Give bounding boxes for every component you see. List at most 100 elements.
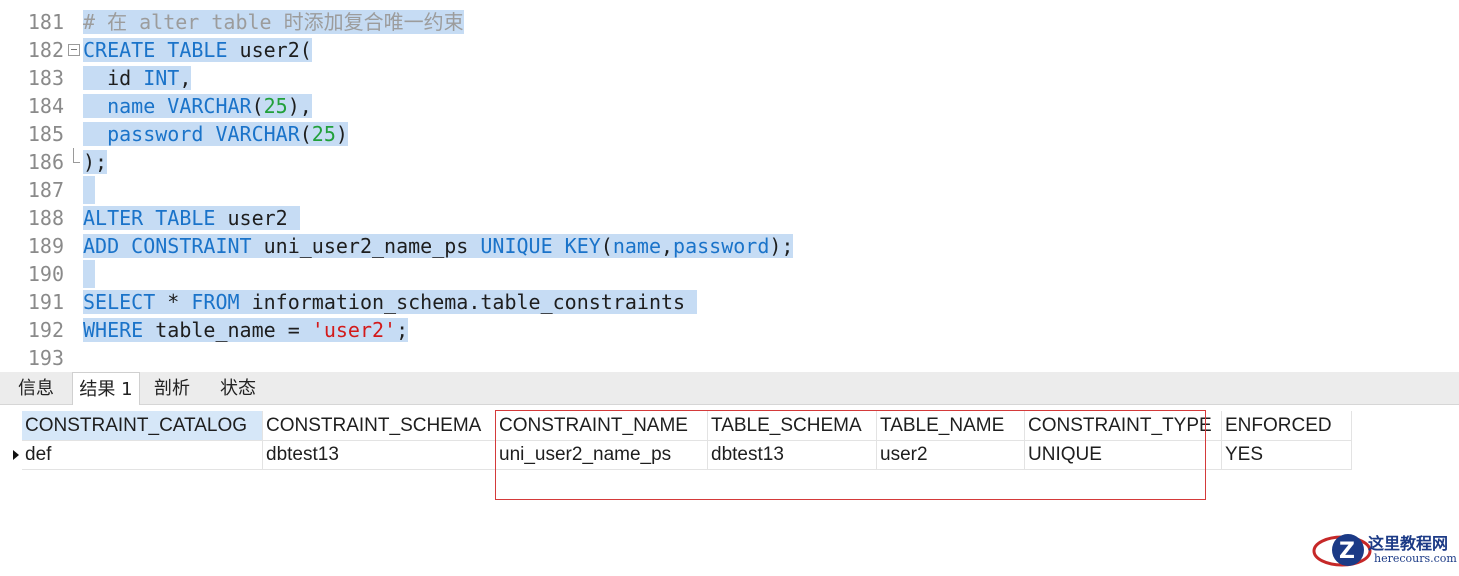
svg-text:Z: Z <box>1339 539 1355 564</box>
current-row-icon <box>13 450 19 460</box>
line-number: 193 <box>27 346 64 370</box>
code-token: id <box>83 66 144 90</box>
line-number: 184 <box>27 94 64 118</box>
code-token: UNIQUE KEY <box>480 234 601 258</box>
code-token: FROM <box>191 290 240 314</box>
code-text <box>83 260 95 288</box>
table-cell[interactable]: user2 <box>877 440 1025 470</box>
code-token: password <box>83 122 216 146</box>
table-cell[interactable]: dbtest13 <box>263 440 496 470</box>
line-number: 192 <box>27 318 64 342</box>
table-cell[interactable]: def <box>22 440 263 470</box>
watermark-logo: Z 这里教程网 herecours.com <box>1312 528 1459 572</box>
editor-line[interactable]: 190 <box>0 260 1459 288</box>
code-text: SELECT * FROM information_schema.table_c… <box>83 288 698 316</box>
code-token: ( <box>251 94 264 118</box>
watermark-title: 这里教程网 <box>1368 534 1449 553</box>
code-token: # 在 alter table 时添加复合唯一约束 <box>83 10 464 34</box>
code-text: CREATE TABLE user2( <box>83 36 312 64</box>
watermark-url: herecours.com <box>1374 552 1457 565</box>
column-header[interactable]: CONSTRAINT_TYPE <box>1025 411 1222 441</box>
line-number: 182 <box>27 38 64 62</box>
code-text: WHERE table_name = 'user2'; <box>83 316 409 344</box>
code-token: table_name = <box>143 318 312 342</box>
code-token: ), <box>287 94 312 118</box>
column-header[interactable]: CONSTRAINT_NAME <box>496 411 708 441</box>
code-token: password <box>673 234 770 258</box>
editor-line[interactable]: 184 name VARCHAR(25), <box>0 92 1459 120</box>
line-number: 190 <box>27 262 64 286</box>
code-token: CREATE TABLE <box>83 38 228 62</box>
code-token: information_schema.table_constraints <box>239 290 698 314</box>
line-number: 191 <box>27 290 64 314</box>
code-token: , <box>661 234 674 258</box>
code-token: user2( <box>227 38 312 62</box>
result-grid[interactable]: CONSTRAINT_CATALOG CONSTRAINT_SCHEMA CONST… <box>0 405 1459 572</box>
column-header[interactable]: CONSTRAINT_CATALOG <box>22 411 263 441</box>
code-text: ); <box>83 148 108 176</box>
line-number: 180 <box>0 0 64 6</box>
table-cell[interactable]: uni_user2_name_ps <box>496 440 708 470</box>
code-token: ( <box>299 122 312 146</box>
result-tabbar: 信息 结果 1 剖析 状态 <box>0 372 1459 406</box>
code-text <box>83 176 95 204</box>
column-header[interactable]: TABLE_SCHEMA <box>708 411 877 441</box>
code-token: ( <box>600 234 613 258</box>
code-text: id INT, <box>83 64 192 92</box>
table-cell[interactable]: UNIQUE <box>1025 440 1222 470</box>
fold-collapse-icon[interactable] <box>68 44 80 56</box>
code-token: , <box>179 66 192 90</box>
editor-line[interactable]: 187 <box>0 176 1459 204</box>
result-tab[interactable]: 状态 <box>206 372 270 404</box>
editor-line[interactable]: 186); <box>0 148 1459 176</box>
line-number: 189 <box>27 234 64 258</box>
editor-line[interactable]: 189 ADD CONSTRAINT uni_user2_name_ps UNIQ… <box>0 232 1459 260</box>
column-header[interactable]: TABLE_NAME <box>877 411 1025 441</box>
column-header[interactable]: ENFORCED <box>1222 411 1352 441</box>
code-token: 25 <box>263 94 288 118</box>
fold-end-icon <box>73 148 80 163</box>
table-cell[interactable]: YES <box>1222 440 1352 470</box>
table-cell[interactable]: dbtest13 <box>708 440 877 470</box>
code-text: ALTER TABLE user2 <box>83 204 300 232</box>
code-token: uni_user2_name_ps <box>251 234 481 258</box>
result-tab[interactable]: 剖析 <box>140 372 204 404</box>
code-token: user2 <box>215 206 300 230</box>
code-text: name VARCHAR(25), <box>83 92 312 120</box>
sql-editor[interactable]: 180 181 # 在 alter table 时添加复合唯一约束 182 CREAT… <box>0 0 1459 372</box>
line-number: 188 <box>27 206 64 230</box>
code-token: ALTER TABLE <box>83 206 216 230</box>
line-number: 181 <box>27 10 64 34</box>
editor-line[interactable]: 188 ALTER TABLE user2 <box>0 204 1459 232</box>
code-token: VARCHAR <box>167 94 252 118</box>
editor-line[interactable]: 183 id INT, <box>0 64 1459 92</box>
code-token: name <box>612 234 661 258</box>
code-token: * <box>155 290 192 314</box>
code-token: SELECT <box>83 290 156 314</box>
line-number: 183 <box>27 66 64 90</box>
result-tab[interactable]: 信息 <box>4 372 68 404</box>
editor-line[interactable]: 191 SELECT * FROM information_schema.tabl… <box>0 288 1459 316</box>
selection-marker <box>83 176 95 204</box>
code-token: ); <box>83 150 108 174</box>
selection-marker <box>83 260 95 288</box>
code-token: VARCHAR <box>215 122 300 146</box>
code-token: name <box>83 94 168 118</box>
line-number: 185 <box>27 122 64 146</box>
code-token: WHERE <box>83 318 144 342</box>
code-token: ) <box>335 122 348 146</box>
code-text: ADD CONSTRAINT uni_user2_name_ps UNIQUE … <box>83 232 794 260</box>
code-token: ); <box>769 234 794 258</box>
line-number: 187 <box>27 178 64 202</box>
code-token: 'user2' <box>311 318 397 342</box>
code-token: INT <box>143 66 180 90</box>
column-header[interactable]: CONSTRAINT_SCHEMA <box>263 411 496 441</box>
editor-line[interactable]: 182 CREATE TABLE user2( <box>0 36 1459 64</box>
editor-line[interactable]: 193 <box>0 344 1459 372</box>
editor-line[interactable]: 181 # 在 alter table 时添加复合唯一约束 <box>0 8 1459 36</box>
code-token: 25 <box>311 122 336 146</box>
result-tab[interactable]: 结果 1 <box>72 372 140 406</box>
editor-line[interactable]: 185 password VARCHAR(25) <box>0 120 1459 148</box>
editor-line[interactable]: 192 WHERE table_name = 'user2'; <box>0 316 1459 344</box>
code-token: ; <box>396 318 409 342</box>
